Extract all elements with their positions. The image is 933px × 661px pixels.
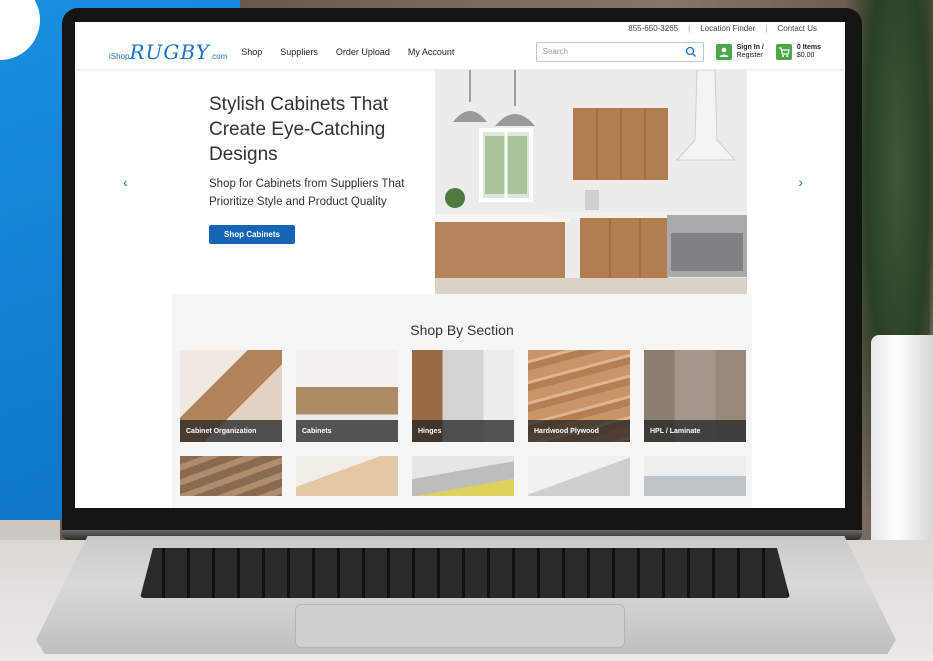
sign-in-button[interactable]: Sign In / Register	[715, 43, 764, 60]
hero-subtitle: Shop for Cabinets from Suppliers That Pr…	[209, 178, 405, 208]
sign-in-label: Sign In / Register	[737, 44, 764, 60]
laptop-screen: 855-650-3265 | Location Finder | Contact…	[75, 22, 845, 508]
laptop-trackpad	[295, 604, 625, 648]
shop-by-section: Shop By Section Cabinet Organization Cab…	[172, 294, 752, 508]
section-title: Shop By Section	[410, 322, 514, 338]
tile-row2-1[interactable]	[180, 456, 282, 496]
contact-us-link[interactable]: Contact Us	[777, 24, 817, 33]
search-input[interactable]: Search	[535, 41, 704, 62]
logo-prefix: iShop	[109, 51, 130, 61]
tile-row2-2[interactable]	[296, 456, 398, 496]
carousel-next-icon[interactable]: ›	[798, 174, 803, 190]
site-logo[interactable]: iShop RUGBY .com	[109, 40, 227, 64]
kitchen-hero-image	[435, 70, 747, 294]
utility-separator: |	[765, 23, 768, 33]
user-icon	[715, 43, 732, 60]
phone-number[interactable]: 855-650-3265	[628, 24, 678, 33]
cart-icon	[775, 43, 792, 60]
tile-label: HPL / Laminate	[644, 420, 746, 442]
tile-row2-4[interactable]	[528, 456, 630, 496]
logo-suffix: .com	[209, 51, 228, 61]
cart-total: $0.00	[796, 51, 815, 59]
tile-label: Hinges	[412, 420, 514, 442]
cart-count: 0 Items	[796, 43, 821, 51]
nav-item-suppliers[interactable]: Suppliers	[280, 47, 318, 57]
tile-row2-5[interactable]	[644, 456, 746, 496]
tile-cabinets[interactable]: Cabinets	[296, 350, 398, 442]
tile-row2-3[interactable]	[412, 456, 514, 496]
tile-label: Cabinet Organization	[180, 420, 282, 442]
laptop-keyboard	[140, 548, 790, 598]
hero-carousel: ‹ Stylish Cabinets That Create Eye-Catch…	[75, 70, 845, 294]
tile-cabinet-organization[interactable]: Cabinet Organization	[180, 350, 282, 442]
utility-separator: |	[688, 23, 691, 33]
carousel-prev-icon[interactable]: ‹	[123, 174, 128, 190]
nav-item-shop[interactable]: Shop	[241, 47, 262, 57]
kitchen-illustration	[435, 70, 747, 294]
location-finder-link[interactable]: Location Finder	[700, 24, 755, 33]
utility-bar: 855-650-3265 | Location Finder | Contact…	[75, 22, 845, 34]
site-header: iShop RUGBY .com Shop Suppliers Order Up…	[75, 34, 845, 70]
search-icon[interactable]	[685, 46, 697, 58]
tile-label: Hardwood Plywood	[528, 420, 630, 442]
main-nav: Shop Suppliers Order Upload My Account	[241, 47, 454, 57]
background-circle	[0, 0, 40, 60]
sign-in-line2: Register	[736, 51, 763, 59]
cart-summary: 0 Items $0.00	[797, 44, 821, 60]
shop-cabinets-button[interactable]: Shop Cabinets	[209, 225, 295, 244]
section-grid: Cabinet Organization Cabinets Hinges Har…	[180, 350, 746, 496]
search-placeholder: Search	[542, 47, 568, 56]
sign-in-line1: Sign In /	[736, 43, 764, 51]
tile-hpl-laminate[interactable]: HPL / Laminate	[644, 350, 746, 442]
hero-title: Stylish Cabinets That Create Eye-Catchin…	[209, 94, 389, 165]
tile-hinges[interactable]: Hinges	[412, 350, 514, 442]
logo-main: RUGBY	[129, 39, 210, 64]
tile-hardwood-plywood[interactable]: Hardwood Plywood	[528, 350, 630, 442]
nav-item-my-account[interactable]: My Account	[408, 47, 455, 57]
hero-text: Stylish Cabinets That Create Eye-Catchin…	[209, 92, 419, 244]
nav-item-order-upload[interactable]: Order Upload	[336, 47, 390, 57]
cart-button[interactable]: 0 Items $0.00	[775, 43, 821, 60]
tile-label: Cabinets	[296, 420, 398, 442]
